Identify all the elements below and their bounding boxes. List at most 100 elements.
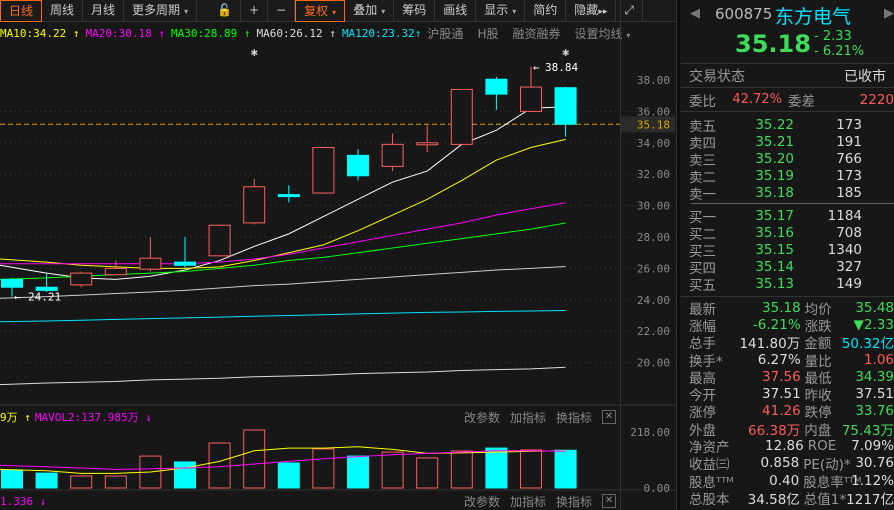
volume-bar [485,447,508,489]
stat-value: 30.76 [855,455,894,472]
bid-row[interactable]: 买二 35.16 708 [681,224,894,243]
indicator-value: 1.336 ↓ [0,494,47,508]
volume-bar [277,462,300,489]
candle-body [347,154,369,177]
price-tick: 38.00 [637,74,670,87]
bid-row[interactable]: 买三 35.15 1340 [681,241,894,260]
candle[interactable] [277,185,300,203]
stat-value: 0.40 [769,472,800,489]
volume-bar [1,469,23,489]
ask-price: 35.19 [755,167,794,184]
ma10-line [0,138,566,269]
stat-row: 涨幅 -6.21% 涨跌 ▼2.33 [681,316,894,335]
price-tick: 32.00 [637,168,670,181]
bid-book: 买一 35.17 1184 买二 35.16 708 买三 35.15 1340 买四 35.14 3… [681,207,894,294]
prev-stock-icon[interactable]: ◀ [690,6,700,21]
trade-status-label: 交易状态 [689,68,745,85]
candle-body [485,78,508,95]
stat-row: 今开 37.51 昨收 37.51 [681,385,894,404]
high-price-label: 38.84 [545,61,578,74]
ask-row[interactable]: 卖五 35.22 173 [681,116,894,135]
price-change-pct: - 6.21% [814,44,865,59]
candle[interactable] [381,133,404,172]
candle[interactable] [554,86,577,137]
stat-row: 总手 141.80万 金额 50.32亿 [681,334,894,353]
candle-body [139,257,162,270]
candle[interactable] [243,178,266,225]
stat-value: 7.09% [851,438,894,455]
candle[interactable] [485,76,508,110]
stat-value: 37.51 [762,386,801,403]
candle[interactable] [208,224,231,257]
ask-volume: 191 [836,133,862,150]
ask-row[interactable]: 卖二 35.19 173 [681,167,894,186]
low-arrow-icon: ← [14,291,21,304]
quote-panel: ◀ 600875 东方电气 ▶ 35.18 - 2.33- 6.21% 交易状态… [681,0,894,510]
event-marker-icon: ✱ [562,45,569,59]
volume-header: 9万 ↑ MAVOL2:137.985万 ↓ 改参数 加指标 换指标 ✕ [0,408,620,426]
add-indicator-button[interactable]: 加指标 [510,409,546,426]
add-indicator-button[interactable]: 加指标 [510,493,546,510]
stat-row: 总股本 34.58亿 总值1* 1217亿 [681,489,894,508]
weicha-label: 委差 [788,93,815,110]
low-price-label: 24.21 [28,291,61,304]
candle-body [1,278,23,288]
ask-price: 35.20 [755,150,794,167]
price-tick: 22.00 [637,325,670,338]
volume-tick: 0.00 [644,482,671,495]
edit-params-button[interactable]: 改参数 [464,493,500,510]
switch-indicator-button[interactable]: 换指标 [556,409,592,426]
candle-body [277,194,300,198]
stat-row: 最高 37.56 最低 34.39 [681,368,894,387]
stat-row: 涨停 41.26 跌停 33.76 [681,403,894,421]
bid-row[interactable]: 买四 35.14 327 [681,258,894,277]
candle[interactable] [450,88,473,145]
bid-price: 35.14 [755,258,794,275]
volume-bar [347,455,369,489]
stat-row: 最新 35.18 均价 35.48 [681,299,894,318]
candle[interactable] [347,149,369,181]
candle[interactable] [139,237,162,272]
stat-value: 37.51 [855,386,894,403]
stat-value: 12.86 [765,438,804,455]
edit-params-button[interactable]: 改参数 [464,409,500,426]
ask-level: 卖一 [689,186,716,203]
bid-volume: 1340 [827,241,862,258]
ma120-line [0,309,566,323]
close-icon[interactable]: ✕ [602,494,616,508]
stock-name: 东方电气 [775,6,852,28]
price-tick: 30.00 [637,200,670,213]
candle[interactable] [35,273,58,292]
ask-row[interactable]: 卖四 35.21 191 [681,133,894,152]
ask-row[interactable]: 卖一 35.18 185 [681,184,894,203]
switch-indicator-button[interactable]: 换指标 [556,493,592,510]
bid-level: 买五 [689,277,716,294]
next-stock-icon[interactable]: ▶ [884,6,894,21]
stat-value: 41.26 [762,403,801,420]
ask-row[interactable]: 卖三 35.20 766 [681,150,894,169]
stat-value: 0.858 [760,455,800,472]
candle[interactable] [174,237,196,269]
price-tick: 26.00 [637,262,670,275]
ask-price: 35.18 [755,184,794,201]
weicha-value: 2220 [859,91,894,108]
candle[interactable] [312,147,335,194]
stats-table: 最新 35.18 均价 35.48 涨幅 -6.21% 涨跌 ▼2.33 总手 141.80万 金额… [681,296,894,508]
candle[interactable] [416,125,439,153]
bid-row[interactable]: 买一 35.17 1184 [681,207,894,226]
bid-price: 35.13 [755,275,794,292]
kline-chart[interactable]: 38.0036.0034.0032.0030.0028.0026.0024.00… [0,0,676,510]
candle-body [450,88,473,145]
candle[interactable] [70,271,93,288]
volume-bar [35,472,58,489]
stat-label: 总值1* [803,491,847,508]
volume-bar [208,442,231,489]
panel-splitter[interactable] [676,0,680,510]
close-icon[interactable]: ✕ [602,410,616,424]
stat-label: ROE [807,438,837,455]
weibi-label: 委比 [689,93,716,110]
volume-bar [312,448,335,489]
bid-row[interactable]: 买五 35.13 149 [681,275,894,294]
stat-value: 141.80万 [739,336,801,353]
bid-volume: 149 [836,275,862,292]
